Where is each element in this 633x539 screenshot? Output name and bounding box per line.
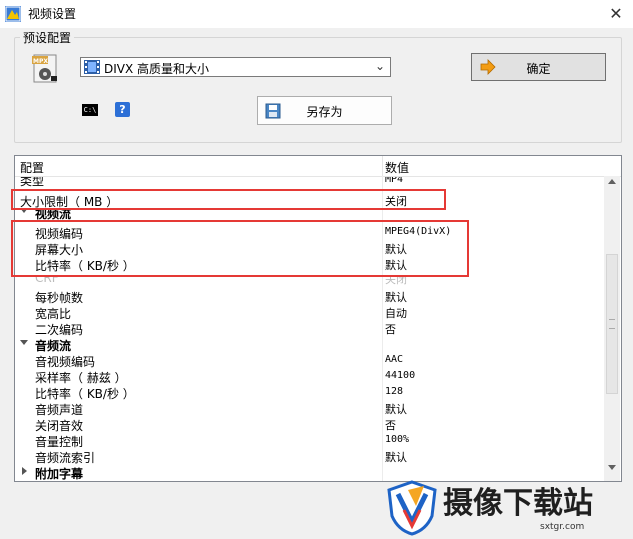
preset-group-label: 预设配置: [20, 29, 75, 46]
save-as-button-label: 另存为: [306, 105, 343, 119]
table-row[interactable]: 音频声道 默认: [15, 400, 604, 417]
row-value: 否: [385, 323, 396, 336]
collapse-icon[interactable]: [20, 340, 28, 345]
table-row[interactable]: 每秒帧数 默认: [15, 288, 604, 305]
row-value: 默认: [385, 291, 407, 304]
table-row[interactable]: 宽高比 自动: [15, 304, 604, 321]
header-divider[interactable]: [382, 156, 383, 176]
category-name: 附加字幕: [35, 467, 84, 481]
grip-icon: [609, 319, 615, 329]
table-row[interactable]: 音频流索引 默认: [15, 448, 604, 465]
row-value: 128: [385, 386, 404, 397]
row-name: CRF: [35, 276, 59, 285]
table-row[interactable]: 采样率（ 赫兹 ） 44100: [15, 368, 604, 385]
table-row[interactable]: 音视频编码 AAC: [15, 352, 604, 369]
app-icon: [5, 6, 21, 22]
highlight-box-size-limit: [11, 189, 446, 210]
row-value: 默认: [385, 403, 407, 416]
ok-button[interactable]: 确定: [471, 53, 606, 81]
table-row[interactable]: 音量控制 100%: [15, 432, 604, 449]
vertical-scrollbar[interactable]: [604, 176, 620, 481]
table-row[interactable]: 二次编码 否: [15, 320, 604, 337]
row-value: 100%: [385, 434, 410, 445]
table-row[interactable]: 比特率（ KB/秒 ） 128: [15, 384, 604, 401]
row-name: 类型: [20, 177, 45, 188]
row-value: 默认: [385, 451, 407, 464]
help-icon[interactable]: ?: [115, 102, 130, 117]
row-value: 否: [385, 419, 396, 432]
scroll-thumb[interactable]: [606, 254, 618, 394]
row-value: MP4: [385, 177, 404, 185]
row-value: AAC: [385, 354, 404, 365]
watermark-url: sxtgr.com: [540, 522, 585, 532]
table-row[interactable]: 类型 MP4: [15, 177, 604, 188]
svg-text:MPX: MPX: [33, 58, 48, 65]
scroll-up-icon[interactable]: [608, 179, 616, 184]
preset-dropdown[interactable]: DIVX 高质量和大小 ⌄: [80, 57, 391, 77]
table-row[interactable]: 关闭音效 否: [15, 416, 604, 433]
command-prompt-icon[interactable]: C:\: [82, 104, 98, 116]
scroll-down-icon[interactable]: [608, 465, 616, 470]
header-config: 配置: [20, 161, 45, 175]
ok-button-label: 确定: [526, 62, 551, 76]
mpx-file-icon: MPX: [32, 54, 57, 83]
expand-icon[interactable]: [22, 467, 27, 475]
close-button[interactable]: ✕: [606, 4, 626, 24]
category-row-audio-stream[interactable]: 音频流: [15, 336, 604, 353]
watermark-logo: [387, 480, 437, 536]
film-icon: [84, 60, 100, 74]
highlight-box-video-settings: [11, 220, 469, 277]
header-value: 数值: [385, 161, 410, 175]
row-value: 关闭: [385, 276, 407, 286]
grid-header: 配置 数值: [15, 156, 621, 177]
preset-selected-value: DIVX 高质量和大小: [104, 62, 210, 76]
watermark-text: 摄像下载站: [443, 486, 593, 521]
save-as-button[interactable]: 另存为: [257, 96, 392, 125]
title-bar: 视频设置 ✕: [0, 0, 633, 28]
row-value: 44100: [385, 370, 416, 381]
chevron-down-icon: ⌄: [375, 59, 386, 73]
window-title: 视频设置: [28, 7, 77, 21]
table-row[interactable]: CRF 关闭: [15, 276, 604, 286]
row-value: 自动: [385, 307, 407, 320]
